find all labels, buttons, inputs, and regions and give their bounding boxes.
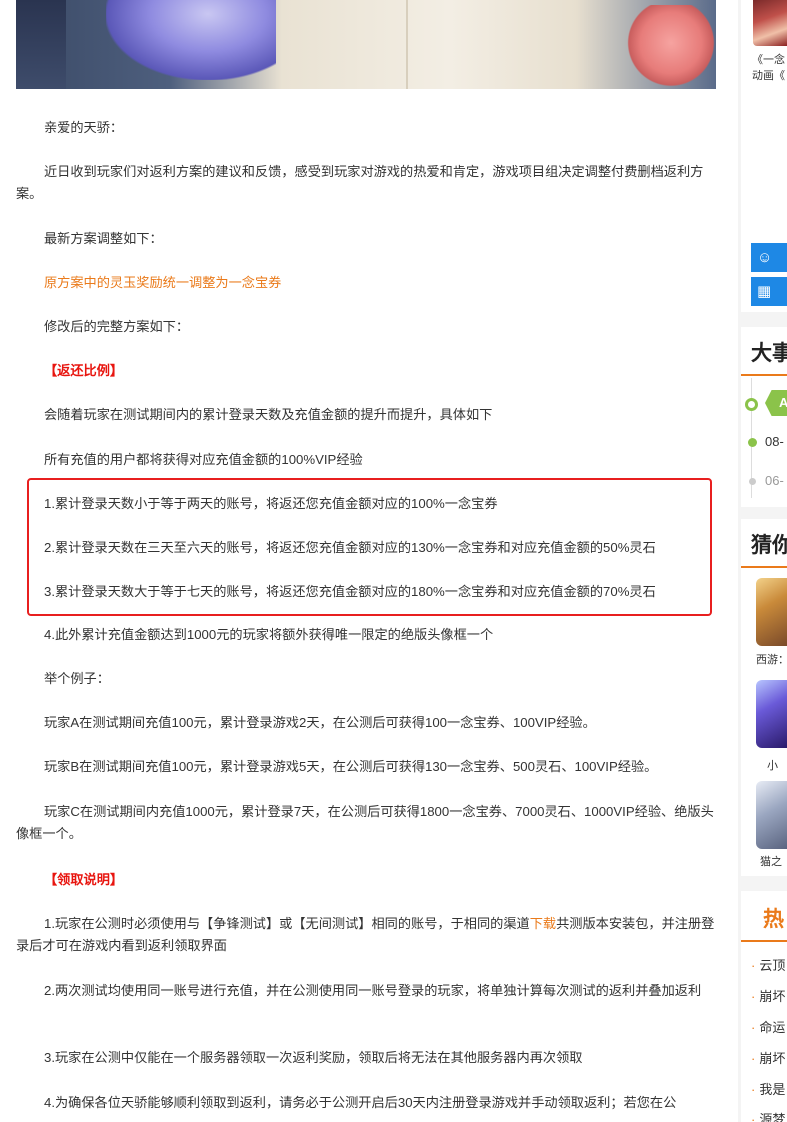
claim-4: 4.为确保各位天骄能够顺利领取到返利，请务必于公测开启后30天内注册登录游戏并手…	[44, 1095, 677, 1110]
hot-item-4[interactable]: · 崩坏	[751, 1048, 785, 1067]
game-name-3[interactable]: 猫之	[760, 855, 782, 869]
news-title-line1[interactable]: 《一念	[752, 53, 785, 67]
event-date-past[interactable]: 06-	[765, 474, 784, 488]
adjust-item: 原方案中的灵玉奖励统一调整为一念宝券	[44, 275, 282, 290]
rules-highlight-box	[27, 478, 712, 616]
timeline-dot-past	[749, 478, 756, 485]
events-title: 大事	[751, 342, 787, 365]
sidebar: 《一念 动画《 ☺ ▦ 大事 A 08- 06- 猜你 西游： 小 猫之 热 ·…	[741, 0, 787, 1122]
claim-1: 1.玩家在公测时必须使用与【争锋测试】或【无间测试】相同的账号，于相同的渠道下载…	[16, 913, 716, 957]
bullet-icon: ·	[751, 958, 756, 973]
game-thumbnail-3[interactable]	[756, 781, 787, 849]
claim-3: 3.玩家在公测中仅能在一个服务器领取一次返利奖励，领取后将无法在其他服务器内再次…	[44, 1050, 583, 1065]
hot-item-1[interactable]: · 云顶	[751, 955, 785, 974]
bullet-icon: ·	[751, 1020, 756, 1035]
guess-title: 猜你	[751, 534, 787, 557]
bullet-icon: ·	[751, 1112, 756, 1122]
game-name-1[interactable]: 西游：	[756, 653, 787, 667]
bullet-icon: ·	[751, 1051, 756, 1066]
banner-book-fold	[406, 0, 408, 89]
banner-seal	[16, 0, 66, 89]
article-main: 亲爱的天骄： 近日收到玩家们对返利方案的建议和反馈，感受到玩家对游戏的热爱和肯定…	[0, 0, 738, 1122]
hot-title: 热	[763, 908, 784, 931]
news-title-line2[interactable]: 动画《	[752, 69, 785, 83]
rule-4: 4.此外累计充值金额达到1000元的玩家将额外获得唯一限定的绝版头像框一个	[44, 627, 494, 642]
section-title-claim: 【领取说明】	[44, 872, 124, 887]
greeting: 亲爱的天骄：	[44, 120, 124, 135]
calendar-icon[interactable]: ▦	[751, 277, 787, 306]
timeline-dot	[748, 438, 757, 447]
banner-character-right	[621, 5, 716, 89]
events-title-rule	[741, 374, 787, 376]
example-b: 玩家B在测试期间充值100元，累计登录游戏5天，在公测后可获得130一念宝券、5…	[44, 759, 658, 774]
full-plan-heading: 修改后的完整方案如下：	[44, 319, 190, 334]
game-thumbnail-2[interactable]	[756, 680, 787, 748]
adjust-heading: 最新方案调整如下：	[44, 231, 163, 246]
article-banner-image	[16, 0, 716, 89]
event-date[interactable]: 08-	[765, 435, 784, 449]
sidebar-top-card: 《一念 动画《 ☺ ▦	[741, 0, 787, 312]
example-a: 玩家A在测试期间充值100元，累计登录游戏2天，在公测后可获得100一念宝券、1…	[44, 715, 596, 730]
example-heading: 举个例子：	[44, 671, 110, 686]
claim-1-text-before: 1.玩家在公测时必须使用与【争锋测试】或【无间测试】相同的账号，于相同的渠道	[44, 916, 530, 931]
bullet-icon: ·	[751, 1082, 756, 1097]
vip-note: 所有充值的用户都将获得对应充值金额的100%VIP经验	[44, 452, 363, 467]
guess-title-rule	[741, 566, 787, 568]
face-icon[interactable]: ☺	[751, 243, 787, 272]
hot-item-6[interactable]: · 源梦	[751, 1109, 785, 1122]
hot-item-2[interactable]: · 崩坏	[751, 986, 785, 1005]
intro-paragraph: 近日收到玩家们对返利方案的建议和反馈，感受到玩家对游戏的热爱和肯定，游戏项目组决…	[16, 164, 704, 201]
timeline-dot-active	[745, 398, 758, 411]
download-link[interactable]: 下载	[530, 916, 556, 931]
section-title-return-ratio: 【返还比例】	[44, 363, 124, 378]
game-name-2[interactable]: 小	[767, 759, 778, 773]
claim-2: 2.两次测试均使用同一账号进行充值，并在公测使用同一账号登录的玩家，将单独计算每…	[44, 983, 702, 998]
game-thumbnail-1[interactable]	[756, 578, 787, 646]
section1-description: 会随着玩家在测试期间内的累计登录天数及充值金额的提升而提升，具体如下	[44, 407, 493, 422]
bullet-icon: ·	[751, 989, 756, 1004]
sidebar-hot-card: 热 · 云顶 · 崩坏 · 命运 · 崩坏 · 我是 · 源梦	[741, 891, 787, 1122]
banner-character-left	[106, 0, 276, 80]
hot-title-rule	[741, 940, 787, 942]
example-c: 玩家C在测试期间内充值1000元，累计登录7天，在公测后可获得1800一念宝券、…	[16, 804, 714, 841]
sidebar-guess-card: 猜你 西游： 小 猫之	[741, 519, 787, 876]
hot-item-5[interactable]: · 我是	[751, 1079, 785, 1098]
hot-item-3[interactable]: · 命运	[751, 1017, 785, 1036]
news-thumbnail[interactable]	[753, 0, 787, 46]
